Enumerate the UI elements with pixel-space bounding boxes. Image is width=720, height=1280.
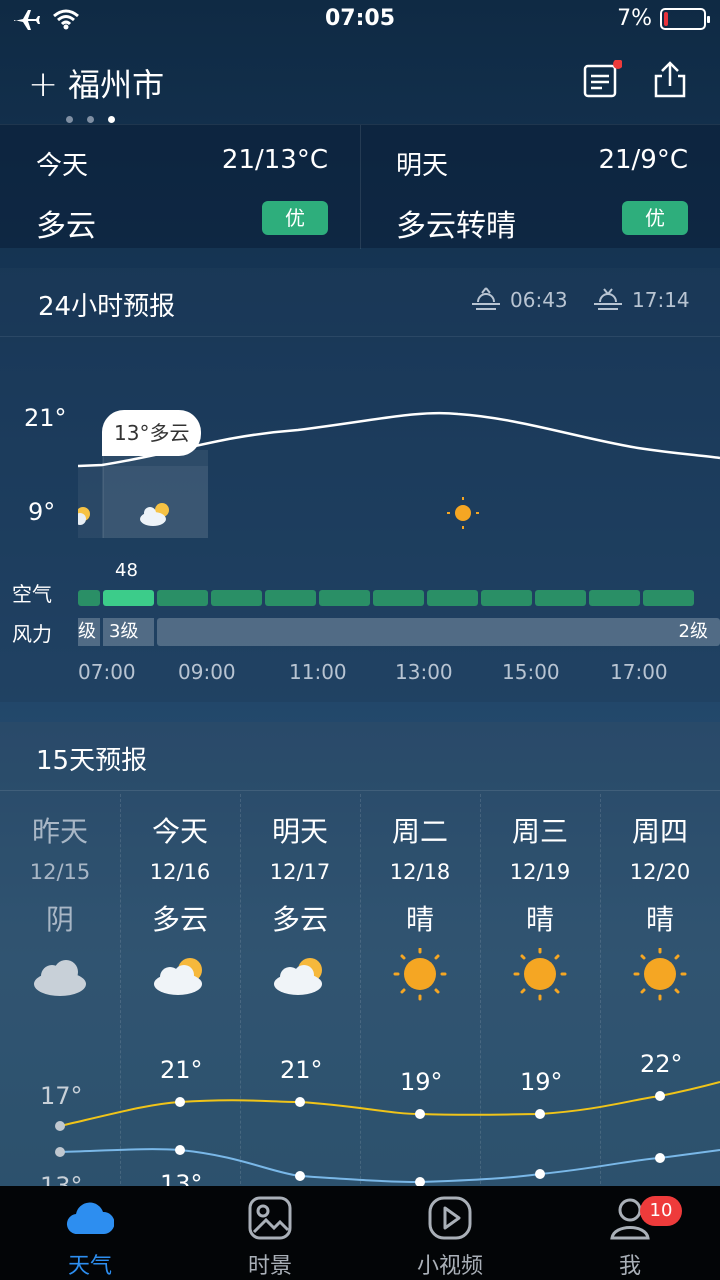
today-tomorrow-panel: 今天 21/13°C 多云 优 明天 21/9°C 多云转晴 优	[0, 124, 720, 249]
sun-icon	[447, 497, 479, 529]
sun-icon	[393, 948, 447, 1001]
aqi-value: 48	[115, 560, 138, 581]
sun-icon	[513, 948, 567, 1001]
today-label: 今天	[36, 151, 89, 181]
hourly-title: 24小时预报	[38, 292, 176, 322]
status-time: 07:05	[324, 6, 396, 31]
tomorrow-condition: 多云转晴	[396, 209, 516, 244]
high-temp: 19°	[520, 1068, 563, 1096]
daily-temp-chart	[55, 1081, 720, 1187]
tomorrow-aqi-badge: 优	[622, 201, 688, 235]
hour-label: 13:00	[395, 660, 453, 684]
day-column[interactable]: 今天 12/16 多云	[120, 810, 240, 938]
notification-badge: 10	[640, 1196, 682, 1226]
partly-cloudy-icon	[274, 958, 322, 995]
day-column[interactable]: 周三 12/19 晴	[480, 810, 600, 938]
wind-bar: 级 3级 2级	[78, 618, 720, 646]
high-temp: 17°	[40, 1082, 83, 1110]
nav-weather[interactable]: 天气	[0, 1186, 180, 1280]
high-temp: 21°	[160, 1056, 203, 1084]
share-icon[interactable]	[650, 60, 690, 100]
sunset-time: 17:14	[632, 288, 690, 312]
nav-short-video[interactable]: 小视频	[360, 1186, 540, 1280]
air-label: 空气	[12, 582, 52, 606]
news-icon[interactable]	[582, 60, 622, 100]
day-column[interactable]: 明天 12/17 多云	[240, 810, 360, 938]
bottom-nav: 天气 时景 小视频 我	[0, 1186, 720, 1280]
hour-label: 17:00	[610, 660, 668, 684]
aqi-bar	[78, 590, 720, 606]
high-temp: 19°	[400, 1068, 443, 1096]
play-icon	[428, 1196, 472, 1240]
temp-axis-min: 9°	[28, 498, 56, 526]
photo-icon	[248, 1196, 292, 1240]
tomorrow-label: 明天	[396, 151, 449, 181]
nav-scenery[interactable]: 时景	[180, 1186, 360, 1280]
tomorrow-temp: 21/9°C	[598, 145, 688, 175]
hourly-tooltip: 13°多云	[102, 410, 202, 456]
cloud-icon	[67, 1202, 114, 1235]
cloud-icon	[34, 960, 86, 996]
tomorrow-card[interactable]: 明天 21/9°C 多云转晴 优	[360, 125, 720, 249]
nav-me[interactable]: 我	[540, 1186, 720, 1280]
hour-label: 07:00	[78, 660, 136, 684]
today-condition: 多云	[36, 209, 96, 244]
day-column[interactable]: 周二 12/18 晴	[360, 810, 480, 938]
hour-label: 15:00	[502, 660, 560, 684]
daily-forecast-section[interactable]: 15天预报 昨天 12/15 阴 今天 12/16 多云 明天 12/17 多云…	[0, 722, 720, 1200]
hour-label: 09:00	[178, 660, 236, 684]
wind-label: 风力	[12, 622, 52, 646]
day-column[interactable]: 昨天 12/15 阴	[0, 810, 120, 938]
daily-title: 15天预报	[36, 746, 148, 776]
battery-icon	[660, 8, 710, 30]
sunrise-icon	[472, 287, 500, 310]
high-temp: 22°	[640, 1050, 683, 1078]
today-card[interactable]: 今天 21/13°C 多云 优	[0, 125, 360, 249]
daily-icons	[34, 948, 687, 1001]
hourly-forecast-section[interactable]: 24小时预报 06:43 17:14 21° 9° 13°多云 空气 48 风力…	[0, 268, 720, 702]
day-column[interactable]: 周四 12/20 晴	[600, 810, 720, 938]
sunset-icon	[594, 288, 622, 310]
partly-cloudy-icon	[154, 958, 202, 995]
sunrise-time: 06:43	[510, 288, 568, 312]
today-temp: 21/13°C	[221, 145, 328, 175]
high-temp: 21°	[280, 1056, 323, 1084]
temp-axis-max: 21°	[24, 404, 67, 432]
sun-icon	[633, 948, 687, 1001]
status-bar: 07:05 7%	[0, 0, 720, 40]
hour-label: 11:00	[289, 660, 347, 684]
battery-percent: 7%	[617, 6, 652, 31]
add-city-icon[interactable]: +	[28, 64, 58, 105]
today-aqi-badge: 优	[262, 201, 328, 235]
city-name: 福州市	[68, 66, 165, 104]
city-title[interactable]: + 福州市	[28, 60, 164, 106]
